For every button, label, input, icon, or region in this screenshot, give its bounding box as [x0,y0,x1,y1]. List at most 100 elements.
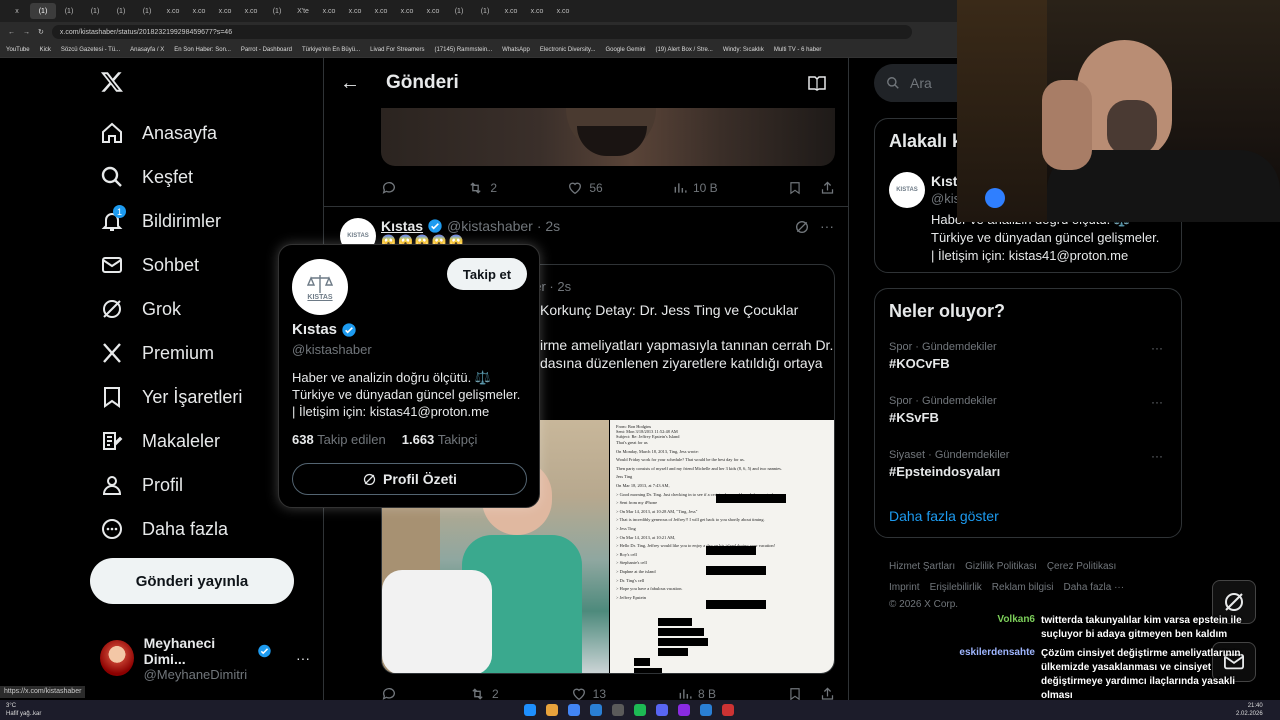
browser-tab[interactable]: x.co [368,3,394,19]
start-icon[interactable] [524,704,536,716]
bookmark-item[interactable]: WhatsApp [502,47,530,53]
browser-tab[interactable]: (1) [108,3,134,19]
browser-tab[interactable]: x.co [524,3,550,19]
sidebar-item-daha-fazla[interactable]: Daha fazla [100,509,228,549]
follow-button[interactable]: Takip et [447,258,527,290]
repost-button[interactable]: 2 [469,686,499,700]
more-icon[interactable]: ··· [1151,395,1163,409]
browser-tab[interactable]: x.co [238,3,264,19]
like-button[interactable]: 13 [571,686,606,700]
bookmark-icon[interactable] [788,180,802,196]
repost-button[interactable]: 2 [467,180,497,196]
share-icon[interactable] [820,180,835,196]
forward-arrow-icon[interactable]: → [23,29,30,36]
address-bar[interactable]: x.com/kistashaber/status/201823219929845… [51,25,912,39]
kistas-avatar[interactable]: KISTAS [292,259,348,315]
clock[interactable]: 21:40 2.02.2026 [1236,702,1263,718]
footer-link[interactable]: Erişilebilirlik [930,577,982,598]
sidebar-item-grok[interactable]: Grok [100,289,181,329]
browser-tab[interactable]: x.co [316,3,342,19]
sidebar-item-profil[interactable]: Profil [100,465,183,505]
browser-icon[interactable] [700,704,712,716]
footer-link[interactable]: Daha fazla ··· [1063,577,1124,598]
steam-icon[interactable] [612,704,624,716]
x-logo-icon[interactable] [100,70,124,99]
reader-mode-icon[interactable] [808,75,826,91]
video-thumbnail[interactable] [381,108,835,166]
bookmark-item[interactable]: Anasayfa / X [130,47,164,53]
like-button[interactable]: 56 [567,180,603,196]
post-author-handle[interactable]: @kistashaber [447,218,533,234]
more-icon[interactable]: ··· [296,650,310,666]
bookmark-item[interactable]: YouTube [6,47,30,53]
discord-icon[interactable] [656,704,668,716]
following-stat[interactable]: 638 Takip edilen [292,432,386,447]
post-button[interactable]: Gönderi yayınla [90,558,294,604]
bookmark-item[interactable]: (19) Alert Box / Stre... [655,47,712,53]
sidebar-item-makaleler[interactable]: Makaleler [100,421,220,461]
show-more-link[interactable]: Daha fazla göster [889,508,999,524]
bookmark-item[interactable]: Livad For Streamers [370,47,424,53]
app-icon[interactable] [678,704,690,716]
browser-tab[interactable]: x.co [186,3,212,19]
browser-tab[interactable]: (1) [472,3,498,19]
bookmark-item[interactable]: Google Gemini [605,47,645,53]
share-icon[interactable] [820,686,835,700]
grok-icon[interactable] [794,219,810,235]
more-icon[interactable]: ··· [1151,449,1163,463]
reload-icon[interactable]: ↻ [38,28,44,36]
bookmark-item[interactable]: Parrot - Dashboard [241,47,292,53]
browser-tab[interactable]: (1) [264,3,290,19]
views-button[interactable]: 10 B [673,181,718,195]
weather-widget[interactable]: 3°C Hafif yağ..kar [6,702,41,718]
trend-item[interactable]: Siyaset · Gündemdekiler #Epsteindosyaları… [889,449,1169,479]
footer-link[interactable]: Gizlilik Politikası [965,556,1037,577]
browser-tab[interactable]: x.co [212,3,238,19]
reply-button[interactable] [381,686,397,700]
bookmark-item[interactable]: Türkiye'nin En Büyü... [302,47,360,53]
browser-tab[interactable]: x.co [342,3,368,19]
edge-icon[interactable] [590,704,602,716]
views-button[interactable]: 8 B [678,687,716,700]
bookmark-item[interactable]: En Son Haber: Son... [174,47,231,53]
followers-stat[interactable]: 1.663 Takipçi [402,432,478,447]
browser-tab[interactable]: x [4,3,30,19]
chrome-icon[interactable] [546,704,558,716]
profile-summary-button[interactable]: Profil Özeti [292,463,527,495]
trend-item[interactable]: Spor · Gündemdekiler #KOCvFB ··· [889,341,1169,371]
sidebar-item-ke-fet[interactable]: Keşfet [100,157,193,197]
footer-link[interactable]: Hizmet Şartları [889,556,955,577]
obs-icon[interactable] [722,704,734,716]
more-icon[interactable]: ··· [820,218,834,234]
browser-tab[interactable]: x.co [160,3,186,19]
back-arrow-icon[interactable]: ← [8,29,15,36]
browser-tab[interactable]: (1) [30,3,56,19]
footer-link[interactable]: Reklam bilgisi [992,577,1054,598]
browser-tab[interactable]: (1) [134,3,160,19]
bookmark-item[interactable]: Windy: Sıcaklık [723,47,764,53]
bookmark-icon[interactable] [788,686,802,700]
profile-name[interactable]: Kıstas [292,321,337,338]
footer-link[interactable]: Çerez Politikası [1047,556,1116,577]
back-arrow-icon[interactable]: ← [340,72,360,95]
browser-tab[interactable]: x.co [550,3,576,19]
kistas-avatar[interactable]: KISTAS [889,172,925,208]
sidebar-item-bildirimler[interactable]: 1 Bildirimler [100,201,221,241]
profile-handle[interactable]: @kistashaber [292,342,372,357]
browser-tab[interactable]: X'te [290,3,316,19]
more-icon[interactable]: ··· [1151,341,1163,355]
browser-tab[interactable]: (1) [446,3,472,19]
bookmark-item[interactable]: Sözcü Gazetesi - Tü... [61,47,120,53]
sidebar-item-premium[interactable]: Premium [100,333,214,373]
sidebar-item-anasayfa[interactable]: Anasayfa [100,113,217,153]
account-switcher[interactable]: Meyhaneci Dimi... @MeyhaneDimitri ··· [100,635,310,682]
related-handle[interactable]: @kis [931,191,960,206]
browser-tab[interactable]: (1) [82,3,108,19]
related-name[interactable]: Kıst [931,173,957,189]
trend-item[interactable]: Spor · Gündemdekiler #KSvFB ··· [889,395,1169,425]
bookmark-item[interactable]: Electronic Diversity... [540,47,596,53]
bookmark-item[interactable]: (17145) Rammstein... [434,47,492,53]
file-explorer-icon[interactable] [568,704,580,716]
browser-tab[interactable]: x.co [394,3,420,19]
email-document[interactable]: From: Bon Hodgins Sent: Mon 3/18/2013 11:… [610,420,834,673]
